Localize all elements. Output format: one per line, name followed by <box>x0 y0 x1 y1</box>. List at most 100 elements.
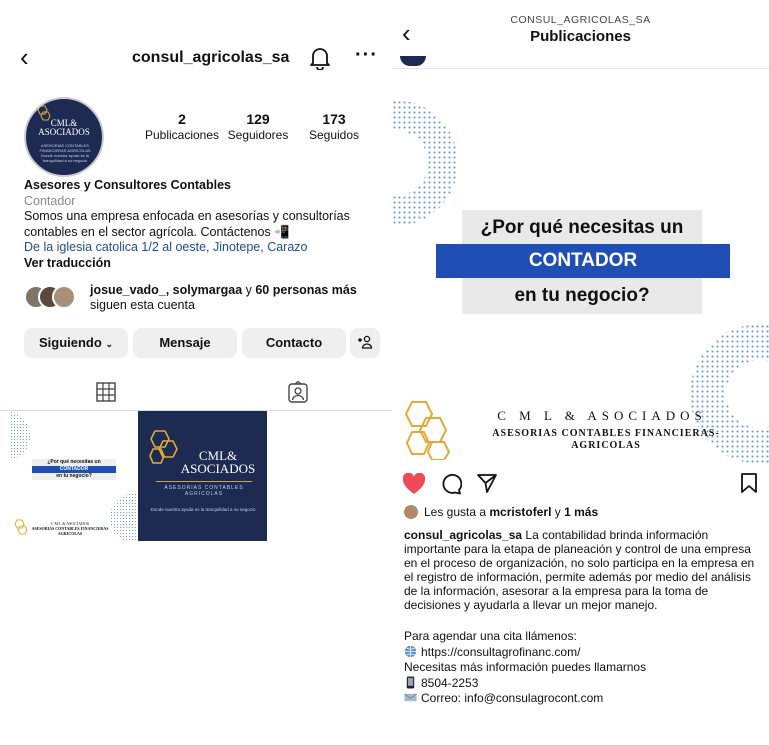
header-divider <box>392 68 769 69</box>
share-icon[interactable] <box>476 472 498 494</box>
mail-icon <box>404 693 417 702</box>
post-q1: ¿Por qué necesitas un <box>480 217 684 238</box>
thumb2-brand: CML& ASOCIADOS <box>172 449 264 475</box>
back-arrow-icon[interactable]: ‹ <box>20 44 29 70</box>
stat-posts-value: 2 <box>178 111 186 127</box>
globe-icon <box>404 645 417 657</box>
post-question-line2: CONTADOR <box>436 244 730 278</box>
bio-category: Contador <box>24 193 76 208</box>
comment-icon[interactable] <box>440 473 462 495</box>
followed-by-text: josue_vado_, solymargaa y 60 personas má… <box>90 283 357 313</box>
likes-user[interactable]: mcristoferl <box>489 505 551 519</box>
post-q2: CONTADOR <box>528 250 638 271</box>
avatar[interactable]: CML& ASOCIADOS ASESORIAS CONTABLES FINAN… <box>24 97 104 177</box>
bio-name: Asesores y Consultores Contables <box>24 178 232 192</box>
stat-following-value: 173 <box>322 111 346 127</box>
avatar-line4: Donde nuestra ayuda es la tranquilidad a… <box>41 153 89 163</box>
thumb1-title: ¿Por qué necesitas un CONTADOR en tu neg… <box>32 459 116 480</box>
profile-bio: Asesores y Consultores Contables Contado… <box>24 178 374 271</box>
bell-icon[interactable] <box>309 46 331 70</box>
bio-address-link[interactable]: De la iglesia catolica 1/2 al oeste, Jin… <box>24 240 374 256</box>
likes-mid: y <box>551 505 565 519</box>
avatar-brand: CML& ASOCIADOS <box>26 119 102 137</box>
post-question-line1: ¿Por qué necesitas un <box>462 210 702 246</box>
info-line: Necesitas más información puedes llamarn… <box>404 660 647 674</box>
avatar-line3: ASESORIAS CONTABLES FINANCIERAS AGRICOLA… <box>39 143 91 153</box>
followed-more: 60 personas más <box>255 283 357 297</box>
stat-followers[interactable]: 129 Seguidores <box>220 111 296 142</box>
stat-following-label: Seguidos <box>308 128 360 142</box>
post-brand-sub: ASESORIAS CONTABLES FINANCIERAS- AGRICOL… <box>456 428 756 452</box>
add-person-button[interactable] <box>350 328 380 358</box>
phone-number[interactable]: 8504-2253 <box>421 676 478 690</box>
followed-mid: y <box>242 283 256 297</box>
profile-header: ‹ consul_agricolas_sa ··· <box>0 44 392 76</box>
stat-following[interactable]: 173 Seguidos <box>296 111 372 142</box>
thumb1-line1: ¿Por qué necesitas un <box>32 459 116 466</box>
stat-posts[interactable]: 2 Publicaciones <box>144 111 220 142</box>
post-caption: consul_agricolas_sa La contabilidad brin… <box>404 528 762 612</box>
stat-posts-label: Publicaciones <box>144 128 220 142</box>
post-brand-sub-2: AGRICOLAS <box>571 440 641 451</box>
phone-emoji-icon: 📲 <box>274 224 290 239</box>
grid-icon[interactable] <box>96 382 116 402</box>
likes-summary[interactable]: Les gusta a mcristoferl y 1 más <box>404 505 598 519</box>
thumb2-tagline: Donde nuestra ayuda es la tranquilidad a… <box>150 507 256 512</box>
thumb1-line2: CONTADOR <box>32 466 116 473</box>
avatar-line2: ASOCIADOS <box>38 127 90 137</box>
email-row: Correo: info@consulagrocont.com <box>404 691 762 707</box>
contact-line: Para agendar una cita llámenos: <box>404 629 577 643</box>
dots-decoration <box>110 493 137 541</box>
dots-decoration <box>10 411 30 461</box>
see-translation-link[interactable]: Ver traducción <box>24 256 374 272</box>
bio-text-2-row: contables en el sector agrícola. Contáct… <box>24 225 374 241</box>
post-image[interactable]: ¿Por qué necesitas un CONTADOR en tu neg… <box>392 70 769 463</box>
heart-icon[interactable] <box>402 473 426 495</box>
bio-text-2: contables en el sector agrícola. Contáct… <box>24 224 271 239</box>
chevron-down-icon: ⌄ <box>105 339 113 349</box>
stat-followers-label: Seguidores <box>227 128 289 142</box>
following-label: Siguiendo <box>38 335 102 350</box>
post-q3: en tu negocio? <box>514 285 650 306</box>
message-button[interactable]: Mensaje <box>133 328 237 358</box>
bio-text-1: Somos una empresa enfocada en asesorías … <box>24 209 350 223</box>
following-button[interactable]: Siguiendo ⌄ <box>24 328 128 358</box>
previous-post-peek <box>400 56 426 66</box>
followed-tail: siguen esta cuenta <box>90 298 195 312</box>
post-header: ‹ CONSUL_AGRICOLAS_SA Publicaciones <box>392 12 769 52</box>
logo-hexagon-icon <box>14 519 28 535</box>
followed-names: josue_vado_, solymargaa <box>90 283 243 297</box>
caption-username[interactable]: consul_agricolas_sa <box>404 528 522 542</box>
thumb1-brand: C M L & ASOCIADOS ASESORIAS CONTABLES FI… <box>30 521 110 536</box>
phone-row: 8504-2253 <box>404 676 762 692</box>
thumb2-line2: ASOCIADOS <box>180 461 256 476</box>
post-header-username: CONSUL_AGRICOLAS_SA <box>510 14 651 26</box>
website-link[interactable]: https://consultagrofinanc.com/ <box>421 645 580 659</box>
bookmark-icon[interactable] <box>740 472 758 494</box>
follower-avatar <box>52 285 76 309</box>
post-thumbnail-1[interactable]: ¿Por qué necesitas un CONTADOR en tu neg… <box>10 411 137 541</box>
email-address[interactable]: Correo: info@consulagrocont.com <box>421 691 603 705</box>
likes-prefix: Les gusta a <box>424 505 490 519</box>
likes-more[interactable]: 1 más <box>564 505 598 519</box>
post-thumbnail-2[interactable]: CML& ASOCIADOS ASESORIAS CONTABLES AGRIC… <box>138 411 267 541</box>
post-actions <box>392 471 769 497</box>
profile-tabs <box>0 378 392 410</box>
post-panel: ‹ CONSUL_AGRICOLAS_SA Publicaciones ¿Por… <box>392 0 769 745</box>
thumb2-rule <box>156 481 252 482</box>
website-row: https://consultagrofinanc.com/ <box>404 645 762 661</box>
contact-button[interactable]: Contacto <box>242 328 346 358</box>
stat-followers-value: 129 <box>246 111 270 127</box>
avatar-subtitle: ASESORIAS CONTABLES FINANCIERAS AGRICOLA… <box>32 143 98 163</box>
phone-icon <box>406 675 415 689</box>
thumb2-sub: ASESORIAS CONTABLES AGRICOLAS <box>146 485 262 497</box>
more-dots-icon[interactable]: ··· <box>355 44 378 67</box>
followed-by[interactable]: josue_vado_, solymargaa y 60 personas má… <box>24 283 374 315</box>
liker-avatar <box>404 505 418 519</box>
post-header-title: Publicaciones <box>530 28 631 45</box>
thumb1-line3: en tu negocio? <box>32 473 116 480</box>
add-person-icon <box>358 335 373 349</box>
tagged-icon[interactable] <box>288 381 308 403</box>
post-brand-sub-1: ASESORIAS CONTABLES FINANCIERAS- <box>492 428 720 439</box>
thumb1-brand-sub: ASESORIAS CONTABLES FINANCIERAS AGRICOLA… <box>31 526 109 536</box>
